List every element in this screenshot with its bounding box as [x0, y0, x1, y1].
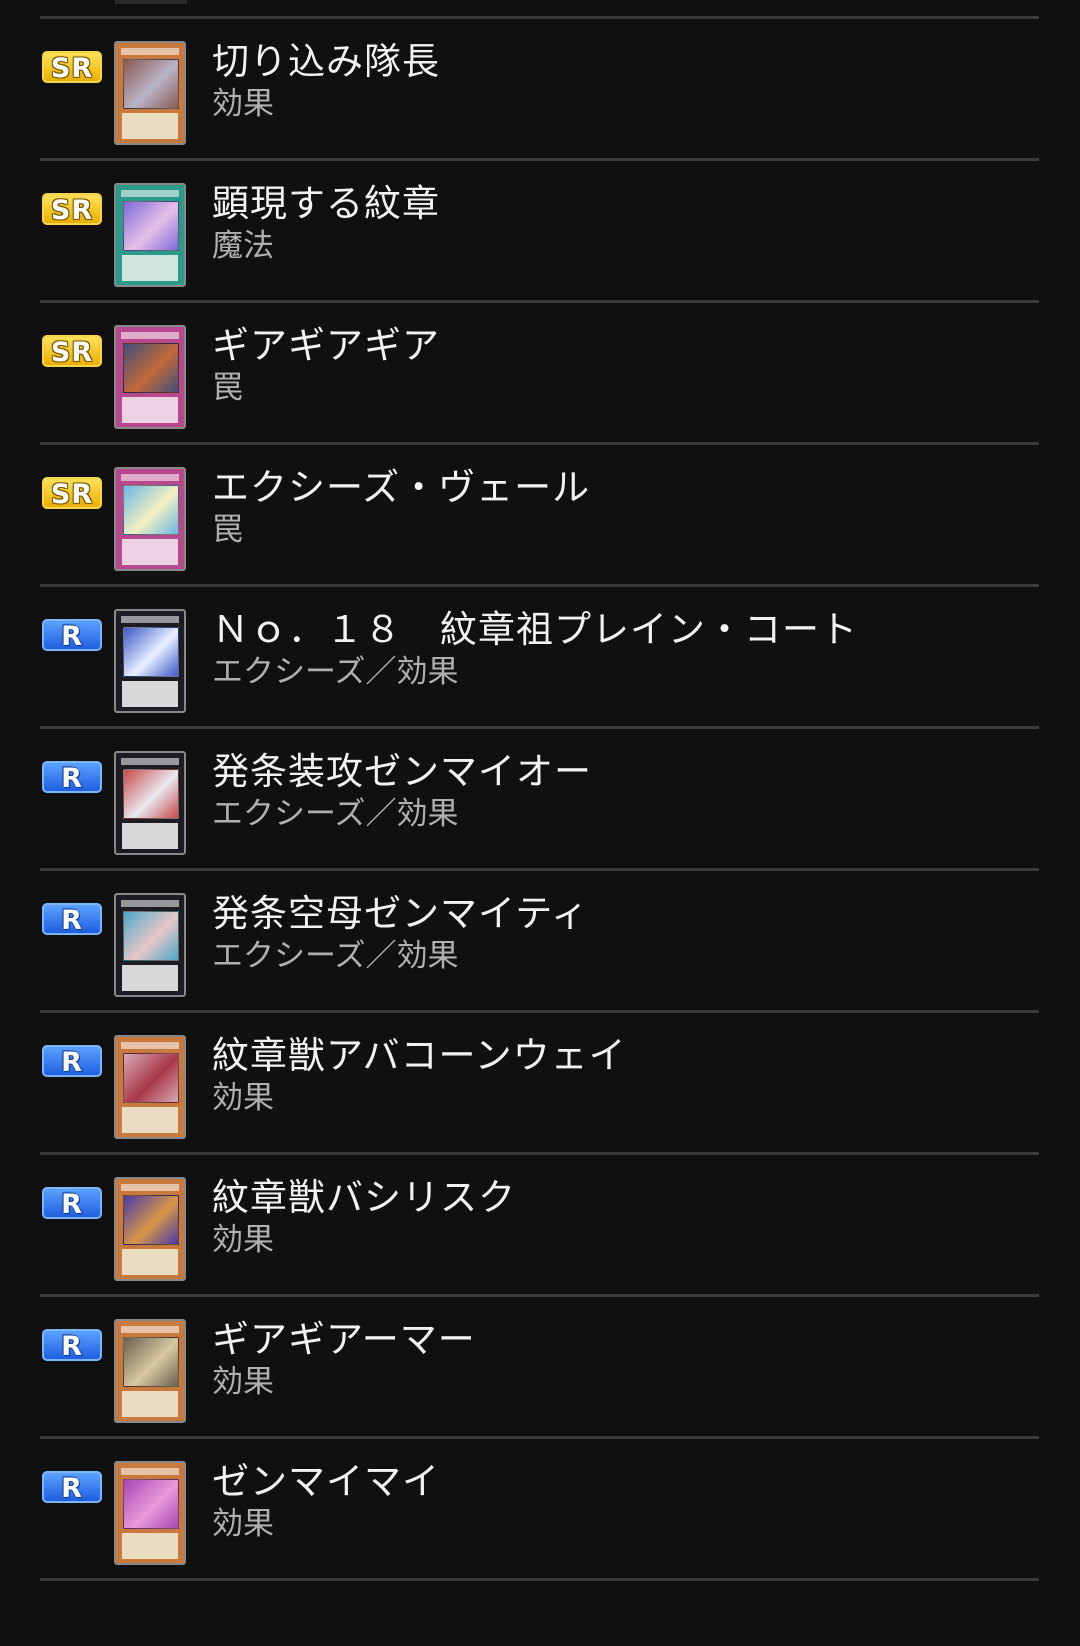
card-thumbnail — [114, 1177, 186, 1281]
rarity-badge: SR — [42, 335, 102, 368]
card-name-bar — [121, 1468, 179, 1475]
card-text-box — [122, 113, 178, 139]
card-artwork — [123, 769, 179, 819]
rarity-badge: SR — [42, 193, 102, 226]
divider — [40, 1578, 1039, 1581]
card-text-box — [122, 397, 178, 423]
card-name-bar — [121, 1042, 179, 1049]
card-name-bar — [121, 900, 179, 907]
card-name-bar — [121, 474, 179, 481]
card-name: 顕現する紋章 — [212, 182, 440, 225]
card-thumbnail — [114, 467, 186, 571]
card-thumbnail — [114, 751, 186, 855]
card-name: Ｎｏ．１８ 紋章祖プレイン・コート — [212, 608, 858, 651]
card-list-item[interactable]: R ギアギアーマー 効果 — [0, 1297, 1080, 1439]
card-list-item[interactable]: R 紋章獣アバコーンウェイ 効果 — [0, 1013, 1080, 1155]
card-type: エクシーズ／効果 — [212, 796, 459, 832]
rarity-badge: R — [42, 1045, 102, 1078]
card-type: エクシーズ／効果 — [212, 938, 459, 974]
rarity-badge: R — [42, 761, 102, 794]
card-name-bar — [121, 758, 179, 765]
card-list-item[interactable]: SR 切り込み隊長 効果 — [0, 19, 1080, 161]
card-type: 効果 — [212, 1364, 274, 1400]
card-type: 効果 — [212, 86, 274, 122]
card-name: ゼンマイマイ — [212, 1460, 440, 1503]
card-type: 魔法 — [212, 228, 274, 264]
card-artwork — [123, 343, 179, 393]
card-thumbnail — [114, 183, 186, 287]
card-name: 発条装攻ゼンマイオー — [212, 750, 592, 793]
card-list-item[interactable]: SR 顕現する紋章 魔法 — [0, 161, 1080, 303]
card-type: 効果 — [212, 1222, 274, 1258]
card-artwork — [123, 1195, 179, 1245]
rarity-badge: SR — [42, 51, 102, 84]
rarity-badge: R — [42, 1471, 102, 1504]
card-name-bar — [121, 48, 179, 55]
card-list-item[interactable]: R 発条装攻ゼンマイオー エクシーズ／効果 — [0, 729, 1080, 871]
card-list-item[interactable]: SR エクシーズ・ヴェール罠 — [0, 445, 1080, 587]
card-text-box — [122, 255, 178, 281]
card-name: 紋章獣アバコーンウェイ — [212, 1034, 627, 1077]
card-thumbnail — [114, 1035, 186, 1139]
card-name-bar — [121, 1326, 179, 1333]
card-list-item[interactable]: R 紋章獣バシリスク 効果 — [0, 1155, 1080, 1297]
card-artwork — [123, 201, 179, 251]
rarity-badge: R — [42, 1329, 102, 1362]
card-name-bar — [121, 616, 179, 623]
card-artwork — [123, 59, 179, 109]
previous-card-thumbnail-edge — [115, 0, 187, 4]
card-thumbnail — [114, 325, 186, 429]
card-text-box — [122, 965, 178, 991]
card-text-box — [122, 1107, 178, 1133]
card-text-box — [122, 823, 178, 849]
card-thumbnail — [114, 1461, 186, 1565]
card-type: エクシーズ／効果 — [212, 654, 459, 690]
card-name-bar — [121, 332, 179, 339]
card-artwork — [123, 627, 179, 677]
rarity-badge: R — [42, 903, 102, 936]
card-type: 効果 — [212, 1506, 274, 1542]
card-text-box — [122, 1391, 178, 1417]
card-name: ギアギアーマー — [212, 1318, 476, 1361]
rarity-badge: R — [42, 1187, 102, 1220]
card-text-box — [122, 1533, 178, 1559]
card-name-bar — [121, 1184, 179, 1191]
card-list: SR 切り込み隊長 効果 SR 顕現する紋章 魔法 SR ギアギアギア罠 SR エクシーズ・ヴェー… — [0, 0, 1080, 1646]
card-name: 紋章獣バシリスク — [212, 1176, 516, 1219]
card-thumbnail — [114, 1319, 186, 1423]
card-text-box — [122, 539, 178, 565]
card-list-item[interactable]: SR ギアギアギア罠 — [0, 303, 1080, 445]
card-artwork — [123, 485, 179, 535]
card-type: 効果 — [212, 1080, 274, 1116]
card-list-item[interactable]: R 発条空母ゼンマイティ エクシーズ／効果 — [0, 871, 1080, 1013]
card-type: 罠 — [212, 512, 243, 548]
card-list-item[interactable]: R Ｎｏ．１８ 紋章祖プレイン・コート エクシーズ／効果 — [0, 587, 1080, 729]
card-name: 切り込み隊長 — [212, 40, 440, 83]
card-type: 罠 — [212, 370, 243, 406]
rarity-badge: SR — [42, 477, 102, 510]
card-thumbnail — [114, 609, 186, 713]
card-text-box — [122, 1249, 178, 1275]
card-artwork — [123, 1337, 179, 1387]
card-name: エクシーズ・ヴェール — [212, 466, 591, 509]
card-text-box — [122, 681, 178, 707]
card-name: 発条空母ゼンマイティ — [212, 892, 590, 935]
card-name-bar — [121, 190, 179, 197]
card-artwork — [123, 1479, 179, 1529]
card-artwork — [123, 1053, 179, 1103]
rarity-badge: R — [42, 619, 102, 652]
card-name: ギアギアギア — [212, 324, 440, 367]
card-thumbnail — [114, 893, 186, 997]
card-artwork — [123, 911, 179, 961]
card-thumbnail — [114, 41, 186, 145]
card-list-item[interactable]: R ゼンマイマイ 効果 — [0, 1439, 1080, 1581]
